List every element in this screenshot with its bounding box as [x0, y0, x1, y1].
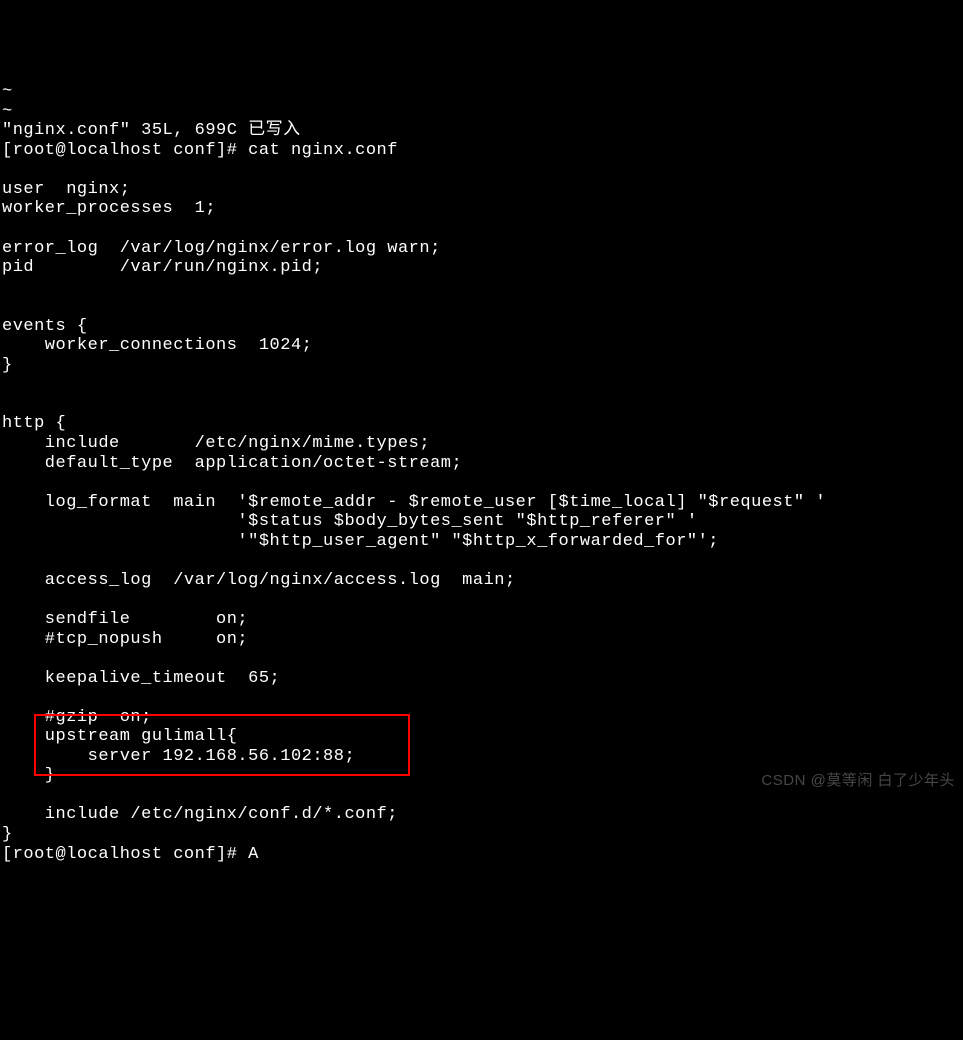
watermark-text: CSDN @莫等闲 白了少年头 — [761, 772, 955, 789]
terminal-output[interactable]: ~ ~ "nginx.conf" 35L, 699C 已写入 [root@loc… — [2, 82, 961, 864]
